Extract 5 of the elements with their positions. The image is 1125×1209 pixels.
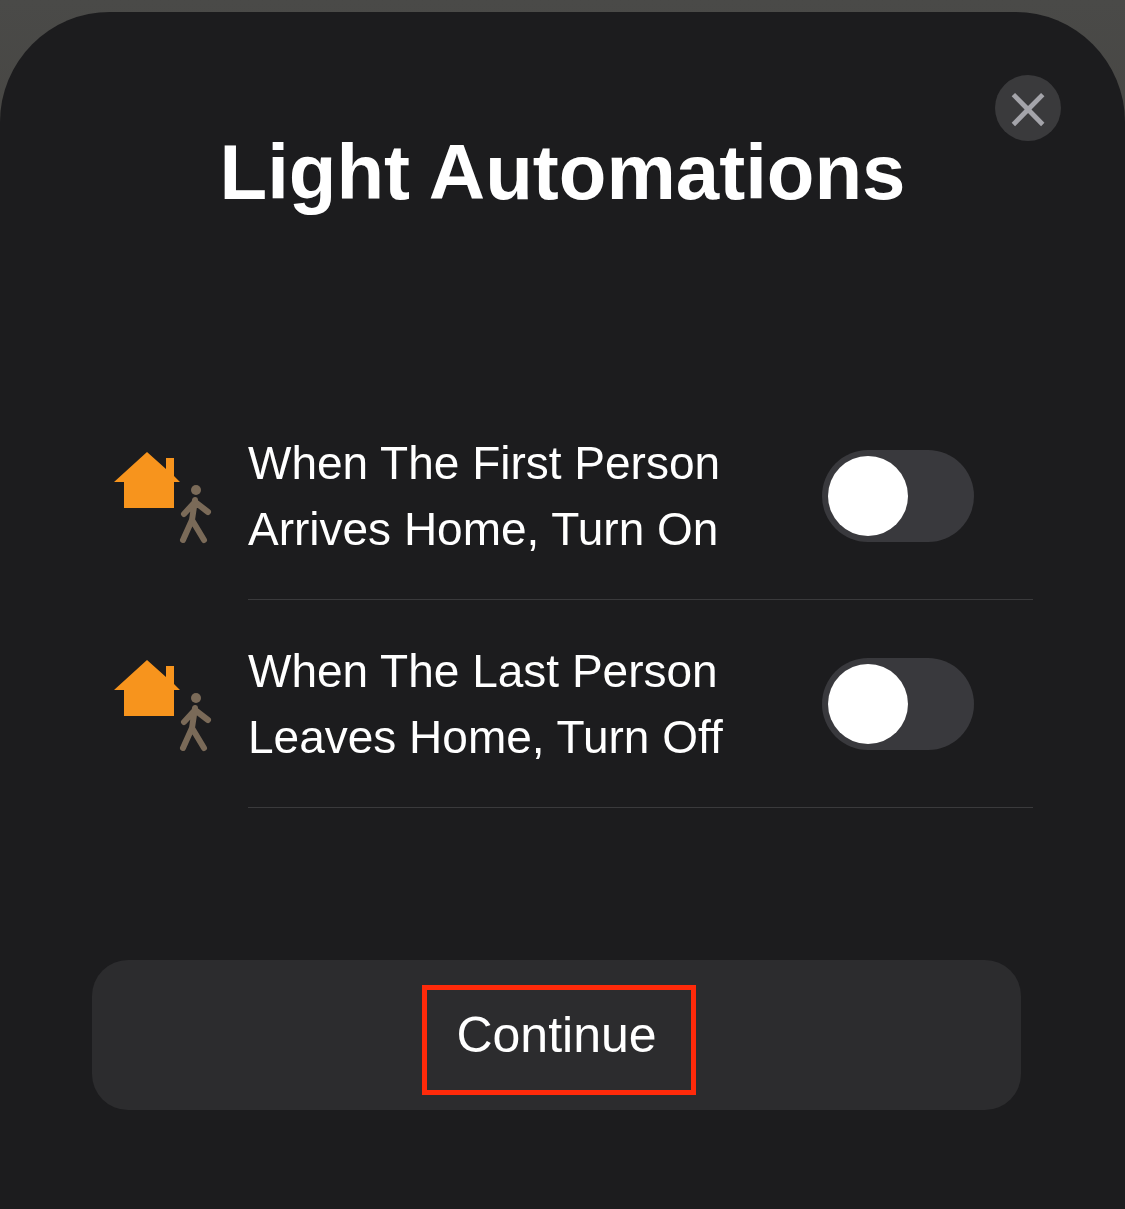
automation-label: When The First Person Arrives Home, Turn On (248, 435, 722, 557)
sheet-title: Light Automations (218, 127, 907, 218)
close-button[interactable]: × (995, 75, 1061, 141)
automation-label: When The Last Person Leaves Home, Turn Off (248, 643, 724, 765)
continue-button[interactable]: Continue (92, 960, 1021, 1110)
